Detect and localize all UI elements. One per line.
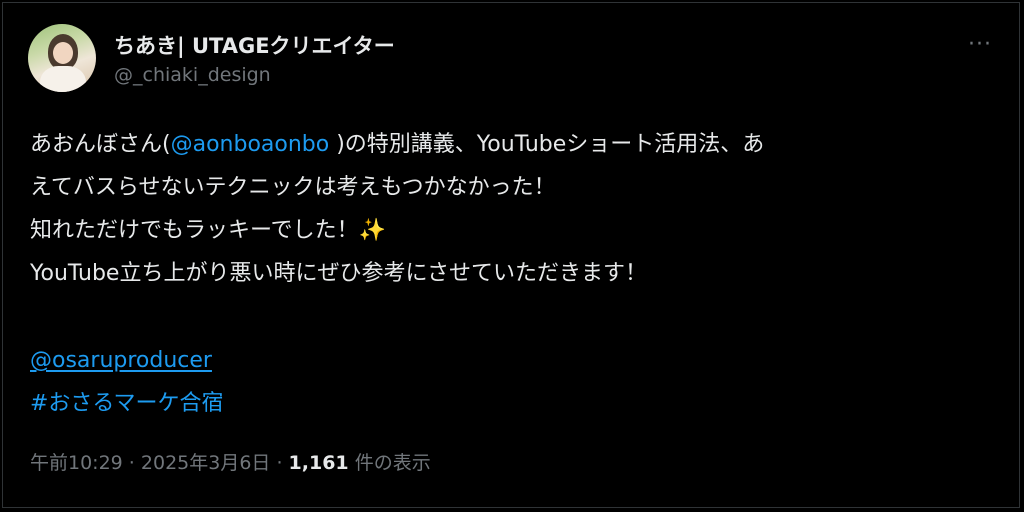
- views-count[interactable]: 1,161: [289, 452, 349, 474]
- avatar-shirt: [40, 66, 86, 92]
- tweet-text: あおんぼさん(@aonboaonbo )の特別講義、YouTubeショート活用法…: [30, 123, 990, 425]
- tweet-text-segment: あおんぼさん(: [30, 132, 171, 157]
- author-handle[interactable]: @_chiaki_design: [114, 64, 271, 86]
- tweet-line-2: えてバスらせないテクニックは考えもつかなかった！: [30, 175, 556, 200]
- tweet-line-1: あおんぼさん(@aonboaonbo )の特別講義、YouTubeショート活用法…: [30, 123, 990, 166]
- author-display-name[interactable]: ちあき| UTAGEクリエイター: [114, 30, 395, 60]
- tweet-date[interactable]: 2025年3月6日: [141, 452, 271, 474]
- mention-link[interactable]: @aonboaonbo: [171, 132, 330, 157]
- tweet-line-3: 知れただけでもラッキーでした！✨: [30, 218, 387, 243]
- hashtag-link[interactable]: #おさるマーケ合宿: [30, 391, 224, 416]
- avatar[interactable]: [28, 24, 96, 92]
- tweet-time[interactable]: 午前10:29: [30, 452, 123, 474]
- tweet-line-5: @osaruproducer: [30, 339, 990, 382]
- tweet-line-6: #おさるマーケ合宿: [30, 382, 990, 425]
- tweet-header: ちあき| UTAGEクリエイター @_chiaki_design ···: [28, 24, 998, 94]
- views-label: 件の表示: [348, 452, 431, 474]
- tweet-meta: 午前10:29 · 2025年3月6日 · 1,161 件の表示: [30, 448, 431, 475]
- tweet-line-4: YouTube立ち上がり悪い時にぜひ参考にさせていただきます！: [30, 261, 648, 286]
- tweet-text-segment: )の特別講義、YouTubeショート活用法、あ: [329, 132, 765, 157]
- more-horizontal-icon: ···: [968, 31, 992, 57]
- more-options-button[interactable]: ···: [964, 31, 996, 57]
- mention-link[interactable]: @osaruproducer: [30, 348, 212, 373]
- meta-separator: ·: [270, 452, 289, 474]
- avatar-face: [53, 42, 73, 64]
- meta-separator: ·: [122, 452, 141, 474]
